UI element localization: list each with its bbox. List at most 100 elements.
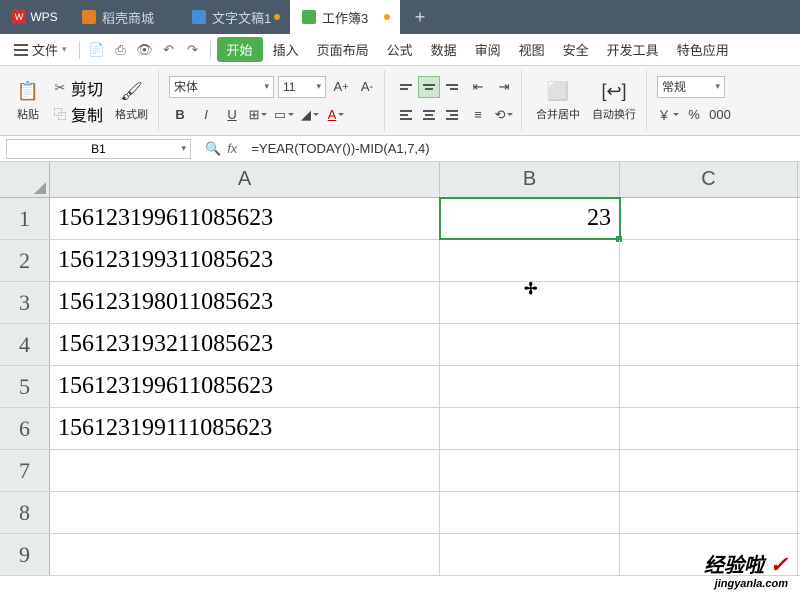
menu-formula[interactable]: 公式 <box>379 34 421 65</box>
menu-dev-tools[interactable]: 开发工具 <box>599 34 667 65</box>
row-header[interactable]: 4 <box>0 324 50 365</box>
fill-color-button[interactable]: ◢ <box>299 104 321 126</box>
row-header[interactable]: 2 <box>0 240 50 281</box>
row-header[interactable]: 5 <box>0 366 50 407</box>
menu-start[interactable]: 开始 <box>217 37 263 62</box>
name-box[interactable]: B1 ▾ <box>6 139 191 159</box>
currency-button[interactable]: ￥ <box>657 104 679 126</box>
justify-button[interactable]: ≡ <box>467 104 489 126</box>
row-header[interactable]: 9 <box>0 534 50 575</box>
underline-button[interactable]: U <box>221 104 243 126</box>
column-header-a[interactable]: A <box>50 162 440 197</box>
qat-print[interactable]: ⎙ <box>110 39 132 61</box>
column-header-c[interactable]: C <box>620 162 798 197</box>
cell[interactable]: 156123199611085623 <box>50 366 440 407</box>
align-top-right[interactable] <box>441 76 463 98</box>
thousand-sep-button[interactable]: 000 <box>709 104 731 126</box>
merge-center-button[interactable]: ⬜ 合并居中 <box>532 70 584 131</box>
percent-button[interactable]: % <box>683 104 705 126</box>
title-bar: W WPS 稻壳商城 文字文稿1 工作簿3 + <box>0 0 800 34</box>
indent-increase-button[interactable]: ⇥ <box>493 76 515 98</box>
qat-undo[interactable]: ↶ <box>158 39 180 61</box>
bold-button[interactable]: B <box>169 104 191 126</box>
menu-insert[interactable]: 插入 <box>265 34 307 65</box>
fx-icon[interactable]: fx <box>227 141 237 156</box>
cell[interactable] <box>620 240 798 281</box>
align-top-left[interactable] <box>395 76 417 98</box>
format-painter-button[interactable]: 🖌 格式刷 <box>111 70 152 131</box>
cell-style-button[interactable]: ▭ <box>273 104 295 126</box>
cell[interactable] <box>440 324 620 365</box>
cell[interactable] <box>620 324 798 365</box>
merge-icon: ⬜ <box>546 80 570 104</box>
decrease-font-button[interactable]: A- <box>356 76 378 98</box>
lookup-icon[interactable]: 🔍 <box>205 141 221 157</box>
paste-button[interactable]: 📋 粘贴 <box>12 70 44 131</box>
cell[interactable] <box>620 450 798 491</box>
brush-icon: 🖌 <box>120 80 144 104</box>
align-right[interactable] <box>441 104 463 126</box>
menu-page-layout[interactable]: 页面布局 <box>309 34 377 65</box>
menu-view[interactable]: 视图 <box>511 34 553 65</box>
cell[interactable]: 156123199111085623 <box>50 408 440 449</box>
number-format-combo[interactable]: 常规▾ <box>657 76 725 98</box>
orientation-button[interactable]: ⟲ <box>493 104 515 126</box>
cell[interactable] <box>50 450 440 491</box>
row-header[interactable]: 8 <box>0 492 50 533</box>
cell[interactable] <box>620 282 798 323</box>
file-menu[interactable]: 文件 ▾ <box>8 40 73 59</box>
cell[interactable] <box>440 492 620 533</box>
cell[interactable]: 156123198011085623 <box>50 282 440 323</box>
select-all-corner[interactable] <box>0 162 50 197</box>
copy-button[interactable]: ⿻复制 <box>48 102 107 126</box>
cell[interactable] <box>440 408 620 449</box>
font-name-combo[interactable]: 宋体▾ <box>169 76 274 98</box>
file-label: 文件 <box>32 40 58 59</box>
menu-security[interactable]: 安全 <box>555 34 597 65</box>
cell[interactable]: 156123193211085623 <box>50 324 440 365</box>
font-color-button[interactable]: A <box>325 104 347 126</box>
qat-redo[interactable]: ↷ <box>182 39 204 61</box>
border-button[interactable]: ⊞ <box>247 104 269 126</box>
cut-button[interactable]: ✂剪切 <box>48 76 107 100</box>
row-header[interactable]: 6 <box>0 408 50 449</box>
cell[interactable] <box>620 366 798 407</box>
tab-label: 工作簿3 <box>322 8 368 27</box>
cell[interactable]: 156123199611085623 <box>50 198 440 239</box>
tab-document[interactable]: 文字文稿1 <box>180 0 290 34</box>
tab-workbook[interactable]: 工作簿3 <box>290 0 400 34</box>
wrap-text-button[interactable]: [↩] 自动换行 <box>588 70 640 131</box>
increase-font-button[interactable]: A+ <box>330 76 352 98</box>
indent-decrease-button[interactable]: ⇤ <box>467 76 489 98</box>
cell[interactable] <box>620 408 798 449</box>
menu-special[interactable]: 特色应用 <box>669 34 737 65</box>
formula-bar: B1 ▾ 🔍 fx =YEAR(TODAY())-MID(A1,7,4) <box>0 136 800 162</box>
qat-save[interactable]: 📄 <box>86 39 108 61</box>
italic-button[interactable]: I <box>195 104 217 126</box>
cell[interactable] <box>440 450 620 491</box>
cell[interactable] <box>620 492 798 533</box>
row-header[interactable]: 7 <box>0 450 50 491</box>
row-header[interactable]: 1 <box>0 198 50 239</box>
cell[interactable]: 23 <box>440 198 620 239</box>
cell[interactable] <box>440 534 620 575</box>
cell[interactable] <box>440 366 620 407</box>
align-top-center[interactable] <box>418 76 440 98</box>
cell[interactable] <box>620 198 798 239</box>
cell[interactable]: 156123199311085623 <box>50 240 440 281</box>
new-tab-button[interactable]: + <box>400 0 440 34</box>
menu-review[interactable]: 审阅 <box>467 34 509 65</box>
align-left[interactable] <box>395 104 417 126</box>
font-size-combo[interactable]: 11▾ <box>278 76 326 98</box>
cell[interactable] <box>440 282 620 323</box>
align-center[interactable] <box>418 104 440 126</box>
formula-input[interactable]: =YEAR(TODAY())-MID(A1,7,4) <box>245 141 800 157</box>
column-header-b[interactable]: B <box>440 162 620 197</box>
tab-shop[interactable]: 稻壳商城 <box>70 0 180 34</box>
row-header[interactable]: 3 <box>0 282 50 323</box>
qat-preview[interactable]: 👁 <box>134 39 156 61</box>
menu-data[interactable]: 数据 <box>423 34 465 65</box>
cell[interactable] <box>50 534 440 575</box>
cell[interactable] <box>50 492 440 533</box>
cell[interactable] <box>440 240 620 281</box>
